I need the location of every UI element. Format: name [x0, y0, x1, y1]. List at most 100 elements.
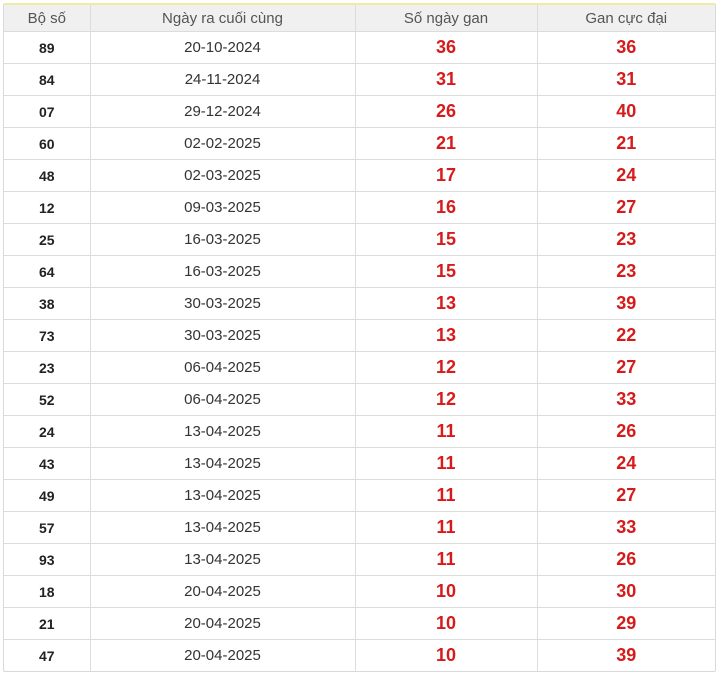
- column-header-last-date: Ngày ra cuối cùng: [90, 5, 356, 32]
- gan-statistics-table-container: Bộ số Ngày ra cuối cùng Số ngày gan Gan …: [3, 3, 716, 672]
- last-date-cell: 09-03-2025: [90, 191, 356, 224]
- table-row: 18 20-04-2025 10 30: [4, 575, 715, 608]
- max-gan-cell: 26: [537, 415, 715, 448]
- max-gan-cell: 24: [537, 159, 715, 192]
- max-gan-cell: 36: [537, 31, 715, 64]
- max-gan-cell: 27: [537, 479, 715, 512]
- gan-days-cell: 10: [355, 607, 538, 640]
- last-date-cell: 13-04-2025: [90, 479, 356, 512]
- gan-days-cell: 12: [355, 383, 538, 416]
- number-cell: 84: [4, 63, 91, 96]
- gan-days-cell: 13: [355, 319, 538, 352]
- last-date-cell: 20-04-2025: [90, 607, 356, 640]
- table-row: 73 30-03-2025 13 22: [4, 319, 715, 352]
- table-row: 93 13-04-2025 11 26: [4, 543, 715, 576]
- number-cell: 12: [4, 191, 91, 224]
- table-row: 43 13-04-2025 11 24: [4, 447, 715, 480]
- table-row: 23 06-04-2025 12 27: [4, 351, 715, 384]
- max-gan-cell: 40: [537, 95, 715, 128]
- table-row: 89 20-10-2024 36 36: [4, 31, 715, 64]
- last-date-cell: 02-03-2025: [90, 159, 356, 192]
- max-gan-cell: 29: [537, 607, 715, 640]
- max-gan-cell: 24: [537, 447, 715, 480]
- number-cell: 43: [4, 447, 91, 480]
- gan-days-cell: 17: [355, 159, 538, 192]
- last-date-cell: 16-03-2025: [90, 223, 356, 256]
- table-row: 57 13-04-2025 11 33: [4, 511, 715, 544]
- column-header-number: Bộ số: [4, 5, 91, 32]
- max-gan-cell: 39: [616, 645, 637, 665]
- table-row: 24 13-04-2025 11 26: [4, 415, 715, 448]
- max-gan-cell: 26: [537, 543, 715, 576]
- max-gan-cell: 33: [537, 383, 715, 416]
- column-header-gan-days: Số ngày gan: [355, 5, 538, 32]
- table-row: 12 09-03-2025 16 27: [4, 191, 715, 224]
- gan-days-cell: 15: [355, 255, 538, 288]
- number-cell: 52: [4, 383, 91, 416]
- last-date-cell: 20-04-2025: [90, 575, 356, 608]
- gan-days-cell: 11: [355, 543, 538, 576]
- max-gan-cell: 33: [537, 511, 715, 544]
- column-header-max-gan: Gan cực đại: [537, 5, 715, 32]
- table-row: 49 13-04-2025 11 27: [4, 479, 715, 512]
- table-row: 48 02-03-2025 17 24: [4, 159, 715, 192]
- number-cell: 47: [4, 639, 91, 671]
- number-cell: 73: [4, 319, 91, 352]
- last-date-cell: 20-10-2024: [90, 31, 356, 64]
- number-cell: 48: [4, 159, 91, 192]
- max-gan-cell: 21: [537, 127, 715, 160]
- gan-days-cell: 16: [355, 191, 538, 224]
- max-gan-cell: 23: [537, 223, 715, 256]
- number-cell: 49: [4, 479, 91, 512]
- gan-days-cell: 10: [355, 639, 538, 671]
- number-cell: 93: [4, 543, 91, 576]
- table-row: 84 24-11-2024 31 31: [4, 63, 715, 96]
- last-date-cell: 06-04-2025: [90, 383, 356, 416]
- gan-days-cell: 11: [355, 447, 538, 480]
- number-cell: 24: [4, 415, 91, 448]
- max-gan-cell: 31: [537, 63, 715, 96]
- table-row: 52 06-04-2025 12 33: [4, 383, 715, 416]
- gan-days-cell: 13: [355, 287, 538, 320]
- gan-days-cell: 11: [355, 415, 538, 448]
- table-row: 07 29-12-2024 26 40: [4, 95, 715, 128]
- max-gan-cell: 23: [537, 255, 715, 288]
- number-cell: 23: [4, 351, 91, 384]
- last-date-cell: 06-04-2025: [90, 351, 356, 384]
- gan-days-cell: 12: [355, 351, 538, 384]
- number-cell: 64: [4, 255, 91, 288]
- gan-days-cell: 11: [355, 479, 538, 512]
- last-date-cell: 30-03-2025: [90, 287, 356, 320]
- table-body: 89 20-10-2024 36 36 84 24-11-2024 31 31 07 29-12-…: [4, 31, 715, 671]
- gan-days-cell: 26: [355, 95, 538, 128]
- last-date-cell: 13-04-2025: [90, 415, 356, 448]
- gan-days-cell: 36: [355, 31, 538, 64]
- last-date-cell: 16-03-2025: [90, 255, 356, 288]
- number-cell: 25: [4, 223, 91, 256]
- last-date-cell: 20-04-2025: [90, 639, 356, 671]
- last-date-cell: 30-03-2025: [90, 319, 356, 352]
- number-cell: 57: [4, 511, 91, 544]
- number-cell: 18: [4, 575, 91, 608]
- table-header-row: Bộ số Ngày ra cuối cùng Số ngày gan Gan …: [4, 5, 715, 32]
- table-row: 60 02-02-2025 21 21: [4, 127, 715, 160]
- number-cell: 89: [4, 31, 91, 64]
- gan-days-cell: 15: [355, 223, 538, 256]
- gan-statistics-table: Bộ số Ngày ra cuối cùng Số ngày gan Gan …: [4, 5, 715, 671]
- gan-days-cell: 31: [355, 63, 538, 96]
- number-cell: 38: [4, 287, 91, 320]
- last-date-cell: 24-11-2024: [90, 63, 356, 96]
- max-gan-cell: 39: [537, 287, 715, 320]
- last-date-cell: 13-04-2025: [90, 447, 356, 480]
- table-row: 21 20-04-2025 10 29: [4, 607, 715, 640]
- table-row: 64 16-03-2025 15 23: [4, 255, 715, 288]
- last-date-cell: 02-02-2025: [90, 127, 356, 160]
- max-gan-cell: 27: [537, 351, 715, 384]
- gan-days-cell: 21: [355, 127, 538, 160]
- table-row: 47 20-04-2025 10 39: [4, 639, 715, 671]
- gan-days-cell: 11: [355, 511, 538, 544]
- number-cell: 60: [4, 127, 91, 160]
- last-date-cell: 13-04-2025: [90, 543, 356, 576]
- max-gan-cell: 27: [537, 191, 715, 224]
- gan-days-cell: 10: [355, 575, 538, 608]
